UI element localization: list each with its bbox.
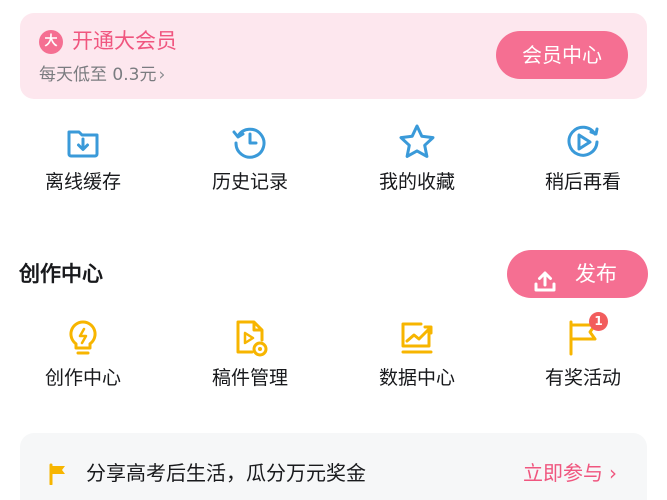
creation-item-data[interactable]: 数据中心 <box>347 318 487 408</box>
quick-action-history[interactable]: 历史记录 <box>180 122 320 212</box>
creation-item-label: 数据中心 <box>378 367 455 389</box>
creation-row: 创作中心 稿件管理 数据中心 1 有奖活动 <box>0 312 667 408</box>
creation-item-label: 有奖活动 <box>544 367 621 389</box>
chevron-right-icon: › <box>609 461 617 485</box>
data-chart-icon <box>397 318 437 358</box>
activity-text: 分享高考后生活，瓜分万元奖金 <box>86 461 366 485</box>
manuscript-icon <box>230 318 270 358</box>
chevron-right-icon: › <box>158 65 166 85</box>
quick-action-offline-cache[interactable]: 离线缓存 <box>13 122 153 212</box>
join-now-link[interactable]: 立即参与 › <box>523 458 617 488</box>
vip-price-text: 每天低至 0.3元 <box>39 65 157 85</box>
quick-action-label: 稍后再看 <box>544 171 621 193</box>
section-title-creation: 创作中心 <box>19 262 103 286</box>
vip-subtitle: 每天低至 0.3元 › <box>39 63 165 87</box>
quick-action-label: 我的收藏 <box>378 171 455 193</box>
publish-button[interactable]: 发布 <box>507 250 648 298</box>
download-folder-icon <box>63 122 103 162</box>
flag-icon <box>48 463 68 486</box>
quick-action-favorites[interactable]: 我的收藏 <box>347 122 487 212</box>
play-later-icon <box>563 122 603 162</box>
upload-icon <box>533 262 557 292</box>
quick-actions-row: 离线缓存 历史记录 我的收藏 稍后再看 <box>0 122 667 212</box>
join-now-label: 立即参与 <box>523 461 603 485</box>
creation-item-manuscripts[interactable]: 稿件管理 <box>180 318 320 408</box>
creation-item-label: 稿件管理 <box>211 367 288 389</box>
creation-item-label: 创作中心 <box>44 367 121 389</box>
vip-badge-icon: 大 <box>39 30 63 54</box>
lightbulb-icon <box>63 318 103 358</box>
vip-banner[interactable]: 大 开通大会员 每天低至 0.3元 › 会员中心 <box>20 13 647 99</box>
notification-badge: 1 <box>589 312 608 331</box>
quick-action-watch-later[interactable]: 稍后再看 <box>513 122 653 212</box>
star-icon <box>397 122 437 162</box>
creation-item-center[interactable]: 创作中心 <box>13 318 153 408</box>
activity-banner[interactable]: 分享高考后生活，瓜分万元奖金 立即参与 › <box>20 433 647 500</box>
publish-label: 发布 <box>575 262 617 286</box>
creation-item-prize-activities[interactable]: 1 有奖活动 <box>513 312 653 408</box>
vip-title: 开通大会员 <box>72 29 177 53</box>
vip-center-button[interactable]: 会员中心 <box>496 31 628 79</box>
history-clock-icon <box>230 122 270 162</box>
prize-flag-icon: 1 <box>563 312 608 358</box>
quick-action-label: 离线缓存 <box>44 171 121 193</box>
quick-action-label: 历史记录 <box>211 171 288 193</box>
